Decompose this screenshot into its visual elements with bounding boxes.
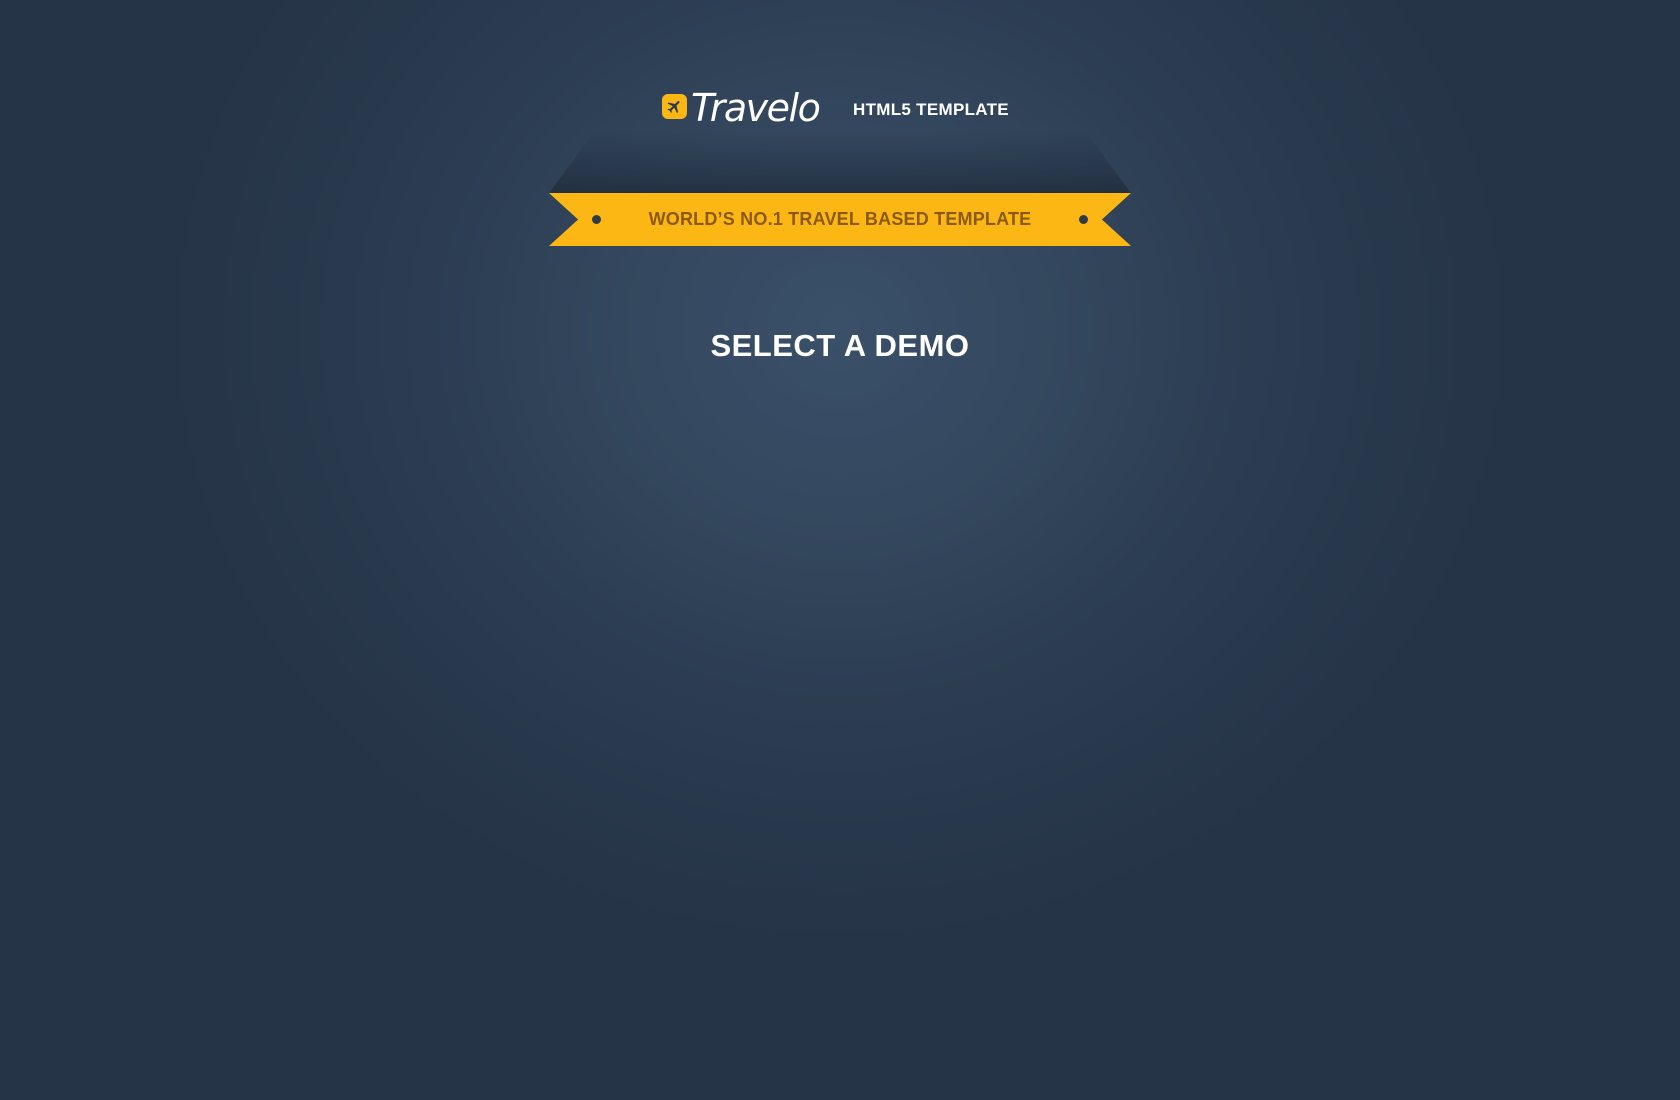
airplane-icon	[662, 93, 687, 119]
logo-text: Travelo	[691, 86, 821, 130]
logo[interactable]: Travelo	[662, 86, 821, 130]
tagline-ribbon: WORLD’S NO.1 TRAVEL BASED TEMPLATE	[549, 193, 1131, 246]
header: Travelo HTML5 TEMPLATE	[0, 86, 1680, 130]
ribbon-shadow	[549, 130, 1131, 193]
template-label: HTML5 TEMPLATE	[853, 100, 1009, 119]
ribbon-dot-right	[1079, 215, 1088, 224]
page-title: SELECT A DEMO	[710, 328, 970, 363]
ribbon-text: WORLD’S NO.1 TRAVEL BASED TEMPLATE	[648, 209, 1032, 229]
